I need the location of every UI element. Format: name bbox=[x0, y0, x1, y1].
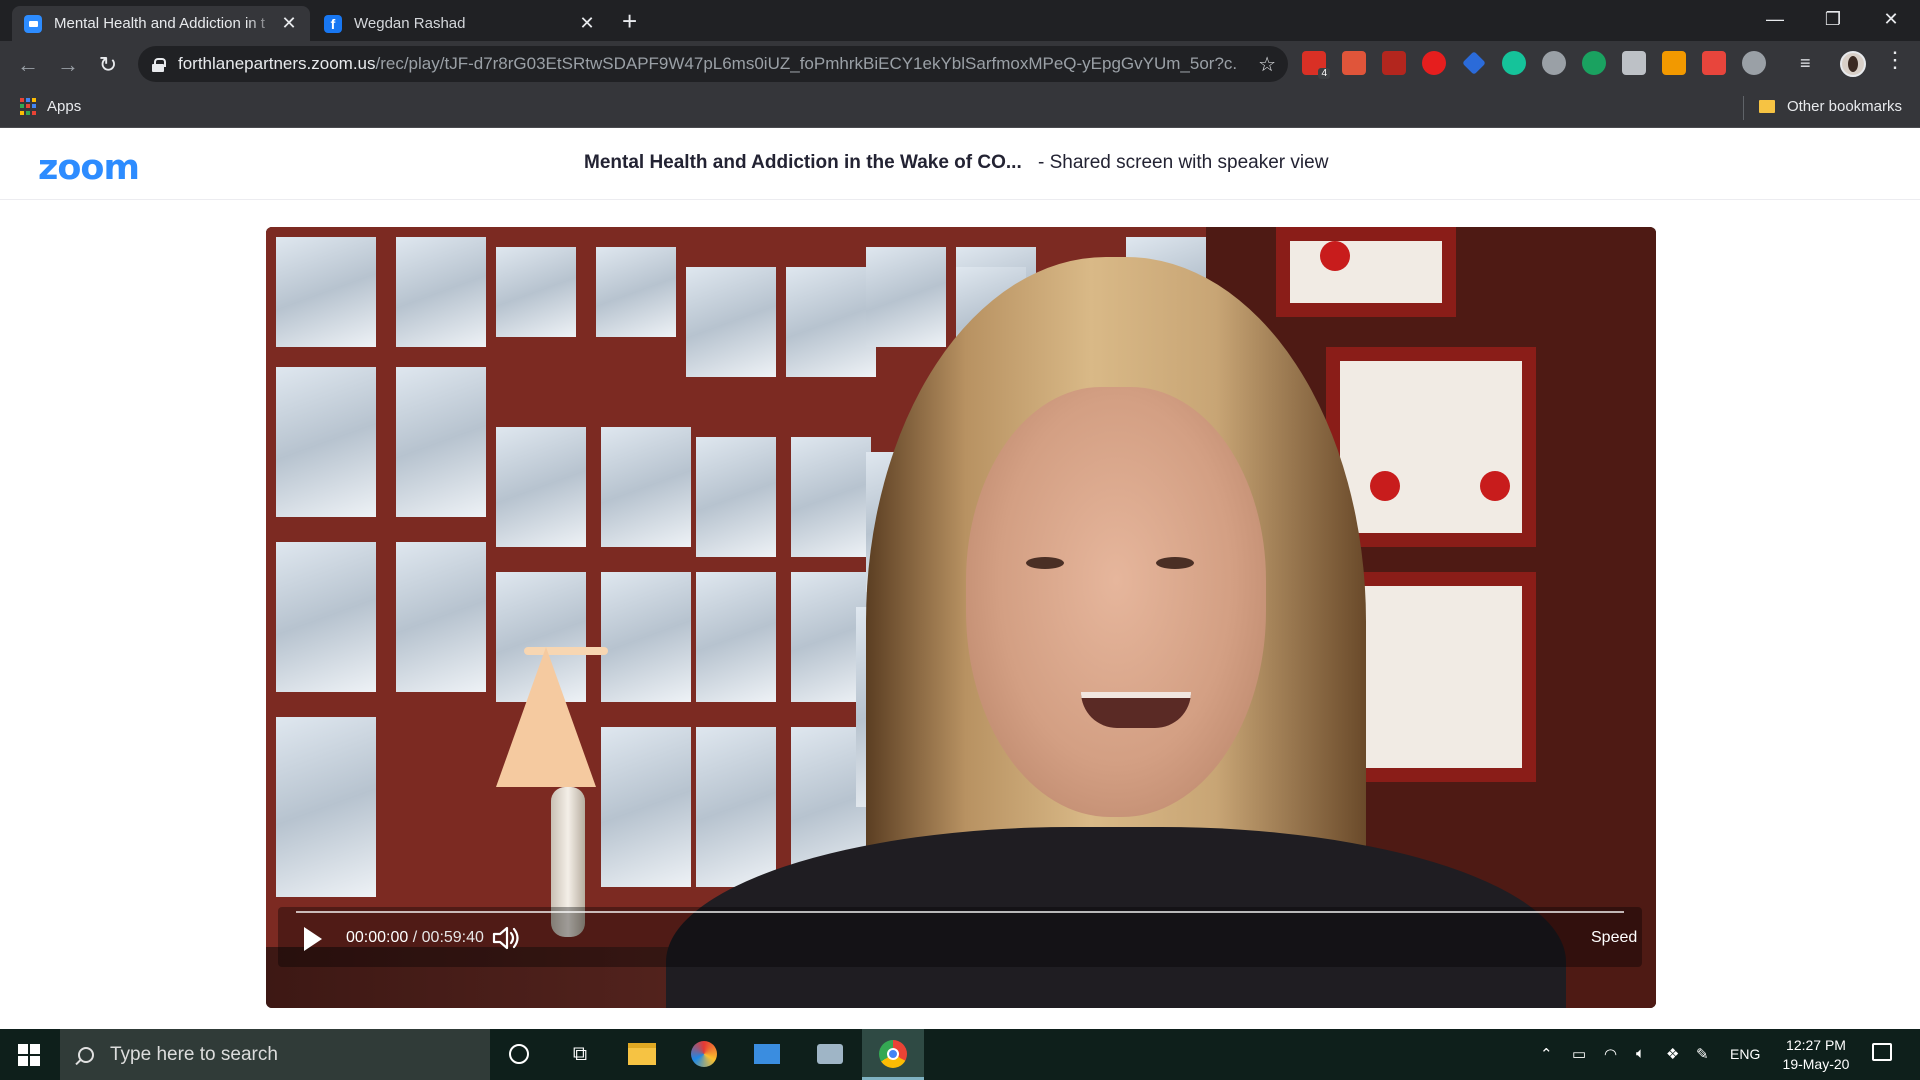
profile-avatar[interactable] bbox=[1840, 51, 1866, 77]
taskbar-search[interactable]: Type here to search bbox=[60, 1029, 490, 1080]
extension-green-icon[interactable] bbox=[1582, 51, 1606, 75]
meeting-title: Mental Health and Addiction in the Wake … bbox=[584, 152, 1022, 173]
tab-facebook[interactable]: f Wegdan Rashad ✕ bbox=[312, 6, 608, 41]
new-tab-button[interactable]: + bbox=[622, 8, 637, 34]
folder-icon bbox=[1758, 100, 1775, 113]
apps-grid-icon bbox=[20, 98, 37, 115]
speed-button[interactable]: Speed bbox=[1591, 929, 1637, 947]
time-separator: / bbox=[412, 929, 418, 946]
chrome-menu-icon[interactable]: ⋮ bbox=[1884, 47, 1906, 73]
extension-adblock-icon[interactable] bbox=[1422, 51, 1446, 75]
battery-icon[interactable]: ▭ bbox=[1572, 1045, 1586, 1063]
player-controls: 00:00:00 / 00:59:40 Speed bbox=[278, 907, 1642, 967]
speaker-eye bbox=[1156, 557, 1194, 569]
extension-flag-icon[interactable] bbox=[1662, 51, 1686, 75]
zoom-recording-page: zoom Mental Health and Addiction in the … bbox=[0, 128, 1920, 1029]
current-time: 00:00:00 bbox=[346, 929, 409, 946]
browser-toolbar: ← → ↻ forthlanepartners.zoom.us/rec/play… bbox=[0, 41, 1920, 88]
tab-title: Wegdan Rashad bbox=[354, 15, 466, 32]
close-tab-icon[interactable]: ✕ bbox=[280, 13, 298, 34]
speaker-icon[interactable]: 🔈︎ bbox=[1636, 1045, 1645, 1062]
restore-icon[interactable]: ❐ bbox=[1804, 0, 1862, 38]
extension-cloud-icon[interactable] bbox=[1742, 51, 1766, 75]
total-time: 00:59:40 bbox=[421, 929, 484, 946]
lock-icon[interactable] bbox=[152, 57, 166, 72]
notifications-icon[interactable] bbox=[1872, 1043, 1892, 1061]
diploma-frame bbox=[1326, 347, 1536, 547]
back-icon[interactable]: ← bbox=[8, 45, 48, 85]
reload-icon[interactable]: ↻ bbox=[88, 45, 128, 85]
app-colorful-icon[interactable] bbox=[689, 1039, 719, 1069]
chrome-icon-center bbox=[887, 1048, 899, 1060]
camera-icon[interactable] bbox=[815, 1039, 845, 1069]
system-tray: ⌃ ▭ ◠ 🔈︎ ❖ ✎ ENG bbox=[1540, 1029, 1920, 1080]
zoom-logo[interactable]: zoom bbox=[38, 148, 140, 188]
other-bookmarks-label: Other bookmarks bbox=[1786, 98, 1902, 115]
close-window-icon[interactable]: ✕ bbox=[1862, 0, 1920, 38]
zoom-header: zoom Mental Health and Addiction in the … bbox=[0, 128, 1920, 200]
tab-zoom-recording[interactable]: Mental Health and Addiction in t ✕ bbox=[12, 6, 310, 41]
speaker-eye bbox=[1026, 557, 1064, 569]
remote-desktop-icon[interactable] bbox=[752, 1039, 782, 1069]
clock-time: 12:27 PM bbox=[1786, 1037, 1846, 1053]
progress-bar[interactable] bbox=[296, 911, 1624, 913]
tab-title: Mental Health and Addiction in t bbox=[54, 15, 265, 32]
clock-date: 19-May-20 bbox=[1782, 1056, 1850, 1072]
lamp-shade bbox=[496, 647, 596, 787]
taskbar-clock[interactable]: 12:27 PM 19-May-20 bbox=[1770, 1036, 1862, 1074]
diploma-frame bbox=[1276, 227, 1456, 317]
windows-taskbar: Type here to search ⧉ ⌃ ▭ ◠ 🔈︎ ❖ ✎ ENG 1… bbox=[0, 1029, 1920, 1080]
extension-bookmark-icon[interactable] bbox=[1342, 51, 1366, 75]
extension-diamond-icon[interactable] bbox=[1462, 51, 1486, 75]
bookmarks-bar: Apps Other bookmarks bbox=[0, 88, 1920, 128]
extension-document-icon[interactable] bbox=[1622, 51, 1646, 75]
close-tab-icon[interactable]: ✕ bbox=[578, 13, 596, 34]
extension-grammarly-icon[interactable] bbox=[1502, 51, 1526, 75]
extension-gift-icon[interactable] bbox=[1702, 51, 1726, 75]
apps-label: Apps bbox=[47, 98, 82, 115]
search-placeholder: Type here to search bbox=[110, 1043, 278, 1065]
extension-pdf-icon[interactable] bbox=[1382, 51, 1406, 75]
windows-start-icon[interactable] bbox=[18, 1044, 40, 1066]
minimize-icon[interactable]: — bbox=[1746, 0, 1804, 38]
playback-time: 00:00:00 / 00:59:40 bbox=[346, 929, 484, 947]
diploma-frame bbox=[1336, 572, 1536, 782]
show-hidden-icons[interactable]: ⌃ bbox=[1540, 1045, 1553, 1063]
facebook-icon: f bbox=[324, 14, 342, 33]
zoom-icon bbox=[24, 14, 42, 33]
task-view-icon[interactable]: ⧉ bbox=[565, 1039, 595, 1069]
extension-lightbulb-icon[interactable] bbox=[1542, 51, 1566, 75]
bookmark-star-icon[interactable]: ☆ bbox=[1258, 52, 1276, 77]
browser-tab-strip: Mental Health and Addiction in t ✕ f Weg… bbox=[0, 0, 1920, 41]
search-icon bbox=[78, 1046, 94, 1063]
language-indicator[interactable]: ENG bbox=[1730, 1046, 1760, 1062]
cortana-icon[interactable] bbox=[504, 1039, 534, 1069]
video-frame bbox=[266, 227, 1656, 1008]
play-icon[interactable] bbox=[304, 927, 322, 951]
file-explorer-icon[interactable] bbox=[627, 1039, 657, 1069]
meeting-subtitle: - Shared screen with speaker view bbox=[1038, 152, 1329, 173]
window-controls: — ❐ ✕ bbox=[1746, 0, 1920, 38]
other-bookmarks[interactable]: Other bookmarks bbox=[1758, 98, 1902, 115]
video-player[interactable]: 00:00:00 / 00:59:40 Speed bbox=[266, 227, 1656, 1008]
wifi-icon[interactable]: ◠ bbox=[1604, 1045, 1617, 1063]
speaker-face bbox=[966, 387, 1266, 817]
chrome-taskbar-button[interactable] bbox=[862, 1029, 924, 1080]
url-text[interactable]: forthlanepartners.zoom.us/rec/play/tJF-d… bbox=[178, 54, 1238, 74]
pen-icon[interactable]: ✎ bbox=[1696, 1045, 1709, 1063]
media-queue-icon[interactable]: ≡ bbox=[1800, 53, 1811, 74]
forward-icon[interactable]: → bbox=[48, 45, 88, 85]
volume-icon[interactable] bbox=[492, 925, 520, 951]
extensions-area: 4 bbox=[1302, 51, 1766, 79]
bookmarks-divider bbox=[1743, 96, 1744, 120]
address-bar[interactable]: forthlanepartners.zoom.us/rec/play/tJF-d… bbox=[138, 46, 1288, 82]
apps-shortcut[interactable]: Apps bbox=[20, 98, 81, 115]
dropbox-icon[interactable]: ❖ bbox=[1666, 1045, 1679, 1063]
extension-calendar-icon[interactable]: 4 bbox=[1302, 51, 1330, 79]
